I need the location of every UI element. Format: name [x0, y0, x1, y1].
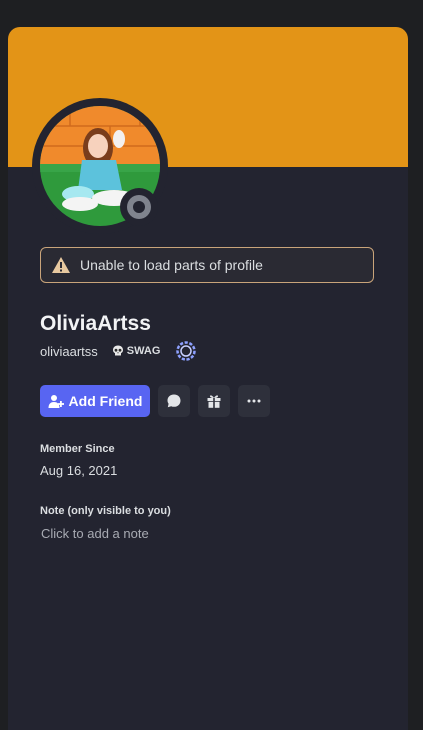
add-friend-icon [48, 395, 64, 408]
note-input[interactable]: Click to add a note [41, 526, 149, 541]
profile-warning-banner: Unable to load parts of profile [40, 247, 374, 283]
gift-button[interactable] [198, 385, 230, 417]
member-since-label: Member Since [40, 443, 115, 455]
warning-triangle-icon [52, 257, 70, 273]
warning-text: Unable to load parts of profile [80, 257, 263, 273]
guild-tag[interactable]: SWAG [112, 345, 161, 357]
profile-meta-row: oliviaartss SWAG [40, 341, 197, 361]
skull-icon [112, 345, 123, 356]
member-since-value: Aug 16, 2021 [40, 463, 118, 478]
note-label: Note (only visible to you) [40, 505, 171, 517]
add-friend-button[interactable]: Add Friend [40, 385, 150, 417]
nitro-badge-icon[interactable] [176, 341, 197, 361]
offline-status-icon [127, 195, 151, 219]
guild-tag-label: SWAG [126, 345, 161, 357]
more-button[interactable] [238, 385, 270, 417]
message-icon [167, 394, 181, 408]
display-name: OliviaArtss [40, 312, 151, 335]
avatar-ring [32, 98, 168, 234]
profile-card: Unable to load parts of profile OliviaAr… [8, 27, 408, 730]
gift-icon [207, 395, 221, 408]
message-button[interactable] [158, 385, 190, 417]
profile-actions: Add Friend [40, 385, 278, 417]
add-friend-label: Add Friend [68, 393, 143, 409]
status-indicator [120, 188, 158, 226]
more-icon [247, 399, 261, 403]
username: oliviaartss [40, 343, 98, 359]
